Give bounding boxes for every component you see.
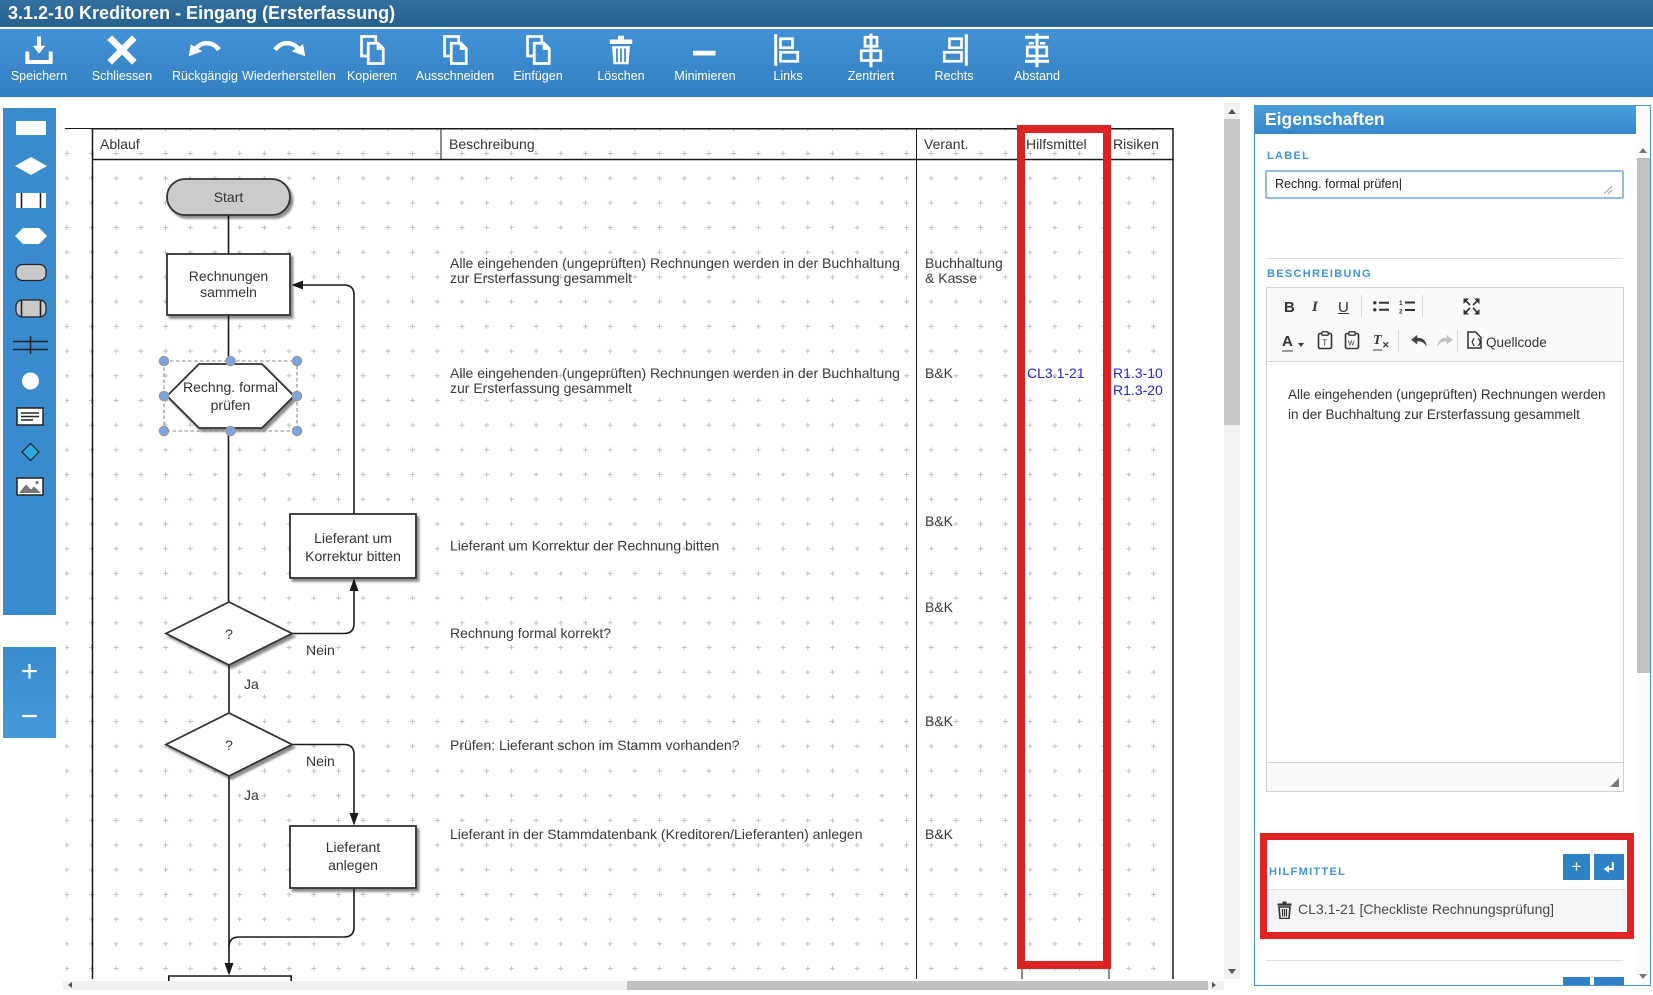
svg-text:Rechnungen: Rechnungen bbox=[189, 268, 268, 284]
svg-text:Lieferant: Lieferant bbox=[326, 839, 381, 855]
svg-text:Nein: Nein bbox=[306, 642, 335, 658]
svg-text:CL3.1-21: CL3.1-21 bbox=[1027, 365, 1085, 381]
svg-text:Buchhaltung: Buchhaltung bbox=[925, 255, 1003, 271]
svg-text:Lieferant um Korrektur der Rec: Lieferant um Korrektur der Rechnung bitt… bbox=[450, 538, 719, 554]
svg-text:Beschreibung: Beschreibung bbox=[449, 136, 535, 152]
svg-text:Lieferant um: Lieferant um bbox=[314, 530, 392, 546]
svg-text:& Kasse: & Kasse bbox=[925, 270, 977, 286]
svg-text:2: 2 bbox=[1399, 309, 1403, 315]
svg-text:1: 1 bbox=[1399, 300, 1403, 307]
svg-text:Ja: Ja bbox=[244, 787, 259, 803]
svg-text:Rechnung formal korrekt?: Rechnung formal korrekt? bbox=[450, 625, 611, 641]
svg-text:Verant.: Verant. bbox=[924, 136, 968, 152]
svg-text:Start: Start bbox=[214, 189, 244, 205]
svg-text:prüfen: prüfen bbox=[211, 397, 251, 413]
svg-text:B&K: B&K bbox=[925, 713, 954, 729]
svg-text:Ja: Ja bbox=[244, 676, 259, 692]
svg-text:T: T bbox=[1322, 339, 1327, 348]
svg-text:Ablauf: Ablauf bbox=[100, 136, 140, 152]
svg-text:zur Ersterfassung gesammelt: zur Ersterfassung gesammelt bbox=[450, 380, 632, 396]
svg-text:R1.3-10: R1.3-10 bbox=[1113, 365, 1163, 381]
svg-text:anlegen: anlegen bbox=[328, 857, 378, 873]
svg-text:?: ? bbox=[225, 626, 233, 642]
svg-text:sammeln: sammeln bbox=[200, 284, 257, 300]
svg-text:B&K: B&K bbox=[925, 826, 954, 842]
svg-text:Korrektur bitten: Korrektur bitten bbox=[305, 548, 401, 564]
svg-text:Alle eingehenden (ungeprüften): Alle eingehenden (ungeprüften) Rechnunge… bbox=[450, 365, 900, 381]
svg-text:Lieferant in der Stammdatenban: Lieferant in der Stammdatenbank (Kredito… bbox=[450, 826, 862, 842]
svg-text:?: ? bbox=[225, 737, 233, 753]
svg-text:Risiken: Risiken bbox=[1113, 136, 1159, 152]
svg-text:R1.3-20: R1.3-20 bbox=[1113, 382, 1163, 398]
svg-text:W: W bbox=[1348, 341, 1355, 348]
svg-text:Rechng. formal: Rechng. formal bbox=[183, 379, 278, 395]
svg-text:❬❭: ❬❭ bbox=[1470, 337, 1482, 347]
svg-text:B&K: B&K bbox=[925, 365, 954, 381]
svg-text:B&K: B&K bbox=[925, 599, 954, 615]
svg-text:Alle eingehenden (ungeprüften): Alle eingehenden (ungeprüften) Rechnunge… bbox=[450, 255, 900, 271]
svg-text:zur Ersterfassung gesammelt: zur Ersterfassung gesammelt bbox=[450, 270, 632, 286]
svg-text:Prüfen: Lieferant schon im Sta: Prüfen: Lieferant schon im Stamm vorhand… bbox=[450, 737, 740, 753]
svg-text:Hilfsmittel: Hilfsmittel bbox=[1026, 136, 1087, 152]
svg-text:Nein: Nein bbox=[306, 753, 335, 769]
svg-text:B&K: B&K bbox=[925, 513, 954, 529]
